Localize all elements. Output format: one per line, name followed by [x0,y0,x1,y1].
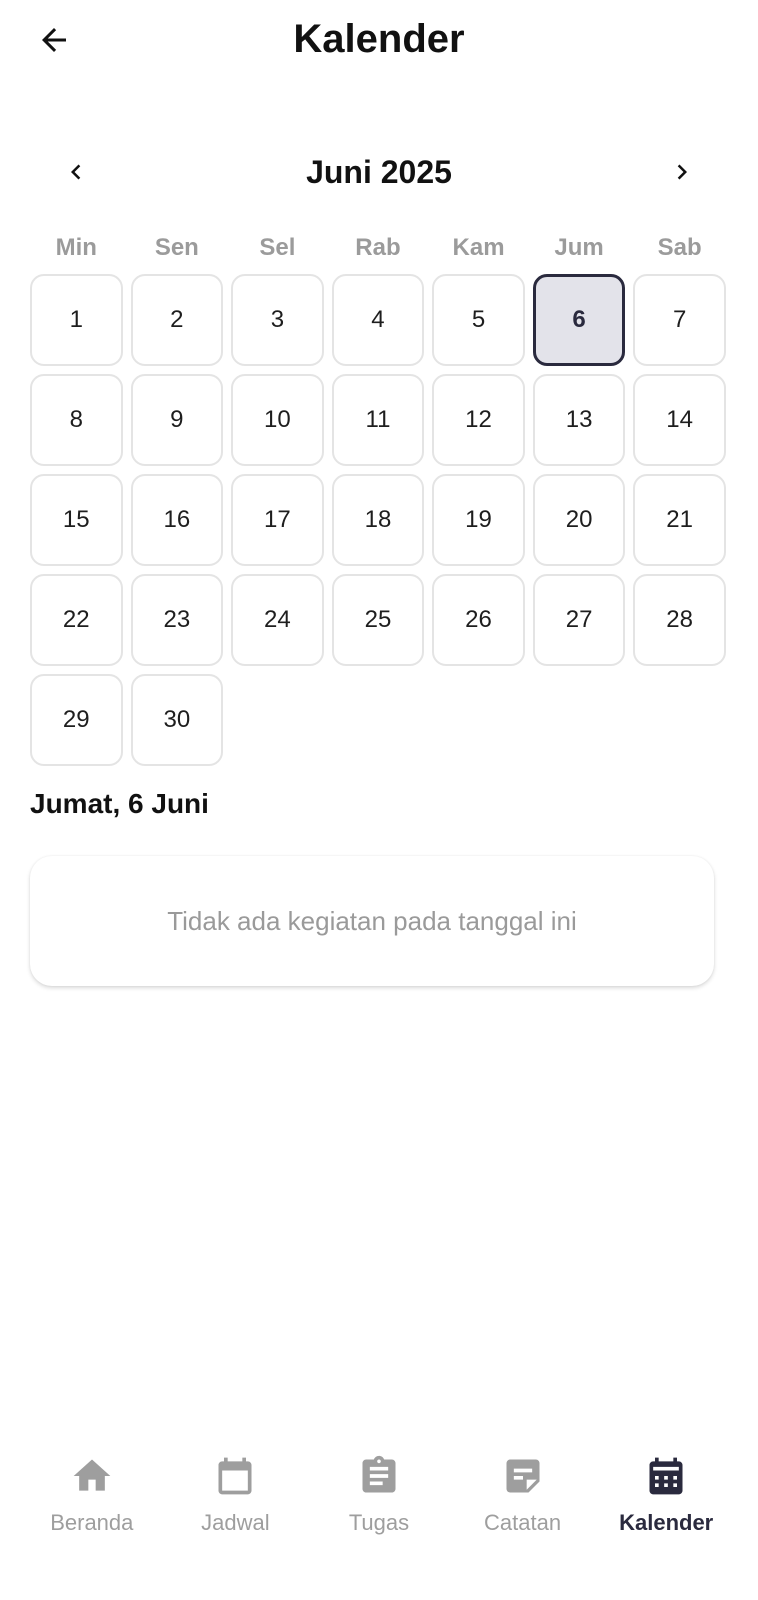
day-cell[interactable]: 1 [30,274,123,366]
nav-item-beranda[interactable]: Beranda [27,1440,157,1600]
day-cell[interactable]: 20 [532,474,626,566]
chevron-right-icon [677,164,687,180]
day-cell[interactable]: 24 [231,574,324,666]
clipboard-icon [357,1454,401,1498]
nav-label: Beranda [50,1510,134,1535]
day-cell[interactable]: 26 [432,574,525,666]
weekday-label: Jum [554,234,604,261]
day-cell[interactable]: 13 [532,374,626,466]
nav-item-tugas[interactable]: Tugas [314,1440,444,1600]
day-cell[interactable]: 23 [130,574,224,666]
empty-events-card: Tidak ada kegiatan pada tanggal ini [30,856,714,986]
weekday-label: Sab [657,234,702,261]
calendar-grid: 1 2 3 4 5 6 7 8 9 10 11 12 13 14 15 16 1… [30,274,728,766]
day-cell[interactable]: 11 [331,374,425,466]
day-cell[interactable]: 19 [432,474,525,566]
calendar-outline-icon [213,1454,257,1498]
day-cell[interactable]: 10 [231,374,324,466]
nav-item-jadwal[interactable]: Jadwal [170,1440,300,1600]
day-cell[interactable]: 15 [30,474,123,566]
day-cell[interactable]: 30 [130,674,224,766]
nav-label: Catatan [484,1510,562,1535]
weekday-label: Rab [355,234,401,261]
home-icon [70,1454,114,1498]
day-cell[interactable]: 21 [633,474,726,566]
weekday-header: Min Sen Sel Rab Kam Jum Sab [30,230,728,266]
day-cell[interactable]: 3 [231,274,324,366]
day-cell[interactable]: 7 [633,274,726,366]
note-icon [501,1454,545,1498]
day-cell[interactable]: 4 [331,274,425,366]
day-cell[interactable]: 8 [30,374,123,466]
day-cell[interactable]: 5 [432,274,525,366]
nav-item-catatan[interactable]: Catatan [458,1440,588,1600]
day-cell[interactable]: 9 [130,374,224,466]
empty-events-message: Tidak ada kegiatan pada tanggal ini [167,905,577,936]
day-cell[interactable]: 2 [130,274,224,366]
app-bar: Kalender [0,0,758,80]
nav-label: Tugas [348,1510,410,1535]
day-cell[interactable]: 29 [30,674,123,766]
calendar-grid-icon [644,1454,688,1498]
month-navigation: Juni 2025 [30,140,728,202]
page-title: Kalender [293,17,465,61]
nav-label: Kalender [619,1510,714,1535]
bottom-navigation: Beranda Jadwal Tugas Catatan Kalender [0,1440,758,1600]
weekday-label: Sel [259,234,296,261]
weekday-label: Kam [452,234,505,261]
day-cell[interactable]: 18 [331,474,425,566]
nav-label: Jadwal [201,1510,270,1535]
day-cell[interactable]: 12 [432,374,525,466]
weekday-label: Sen [154,234,199,261]
next-month-button[interactable] [660,150,704,194]
day-cell-selected[interactable]: 6 [532,274,626,366]
day-cell[interactable]: 17 [231,474,324,566]
day-cell[interactable]: 14 [633,374,726,466]
day-cell[interactable]: 16 [130,474,224,566]
day-cell[interactable]: 22 [30,574,123,666]
nav-item-kalender[interactable]: Kalender [601,1440,731,1600]
day-cell[interactable]: 25 [331,574,425,666]
month-label: Juni 2025 [306,154,452,190]
day-cell[interactable]: 27 [532,574,626,666]
day-cell[interactable]: 28 [633,574,726,666]
weekday-label: Min [55,234,97,261]
selected-date-heading: Jumat, 6 Juni [30,788,209,819]
